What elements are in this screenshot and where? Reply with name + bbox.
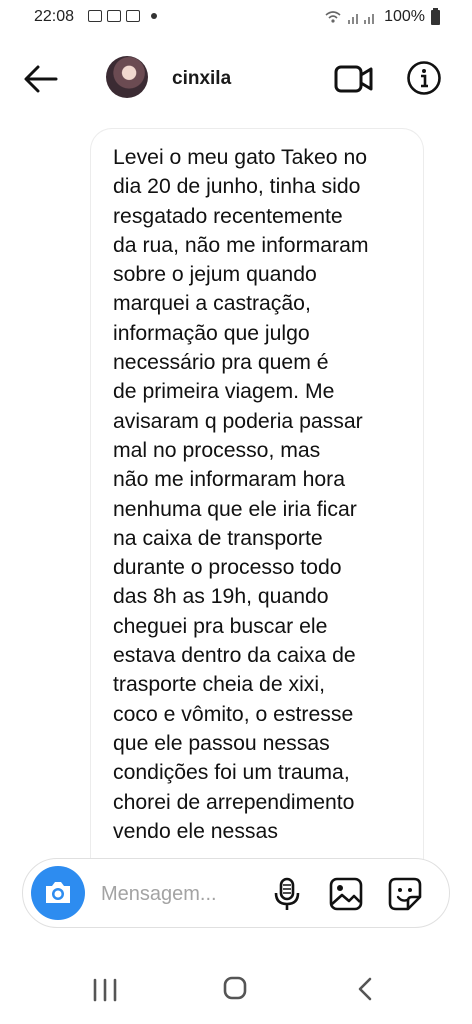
status-time: 22:08 [34,8,75,25]
notification-icons [88,10,157,22]
sticker-icon[interactable] [388,877,422,911]
microphone-icon[interactable] [273,877,301,911]
message-composer: Mensagem... [22,858,450,928]
video-call-icon[interactable] [334,62,374,96]
battery-percent: 100% [384,8,425,25]
status-bar: 22:08 100% [0,0,472,34]
username[interactable]: cinxila [172,68,231,90]
status-right: 100% [324,7,440,26]
camera-button[interactable] [31,866,85,920]
nav-back-icon[interactable] [356,976,374,1002]
battery-icon [431,7,440,25]
avatar[interactable] [106,56,148,98]
gallery-notification-icon [88,10,102,22]
home-icon[interactable] [223,976,247,1000]
message-input[interactable]: Mensagem... [101,883,217,906]
info-icon[interactable] [406,60,442,96]
voicemail-notification-icon [126,10,140,22]
recent-apps-icon[interactable] [92,978,118,1002]
voicemail-notification-icon [107,10,121,22]
message-bubble[interactable]: Levei o meu gato Takeo no dia 20 de junh… [90,128,424,868]
chat-header: cinxila [0,46,472,112]
back-arrow-icon[interactable] [22,62,60,96]
gallery-icon[interactable] [329,877,363,911]
signal-icon [325,11,375,24]
message-text: Levei o meu gato Takeo no dia 20 de junh… [113,146,369,843]
camera-icon [46,882,70,903]
system-navigation-bar [0,962,472,1024]
more-notifications-icon [151,13,157,19]
